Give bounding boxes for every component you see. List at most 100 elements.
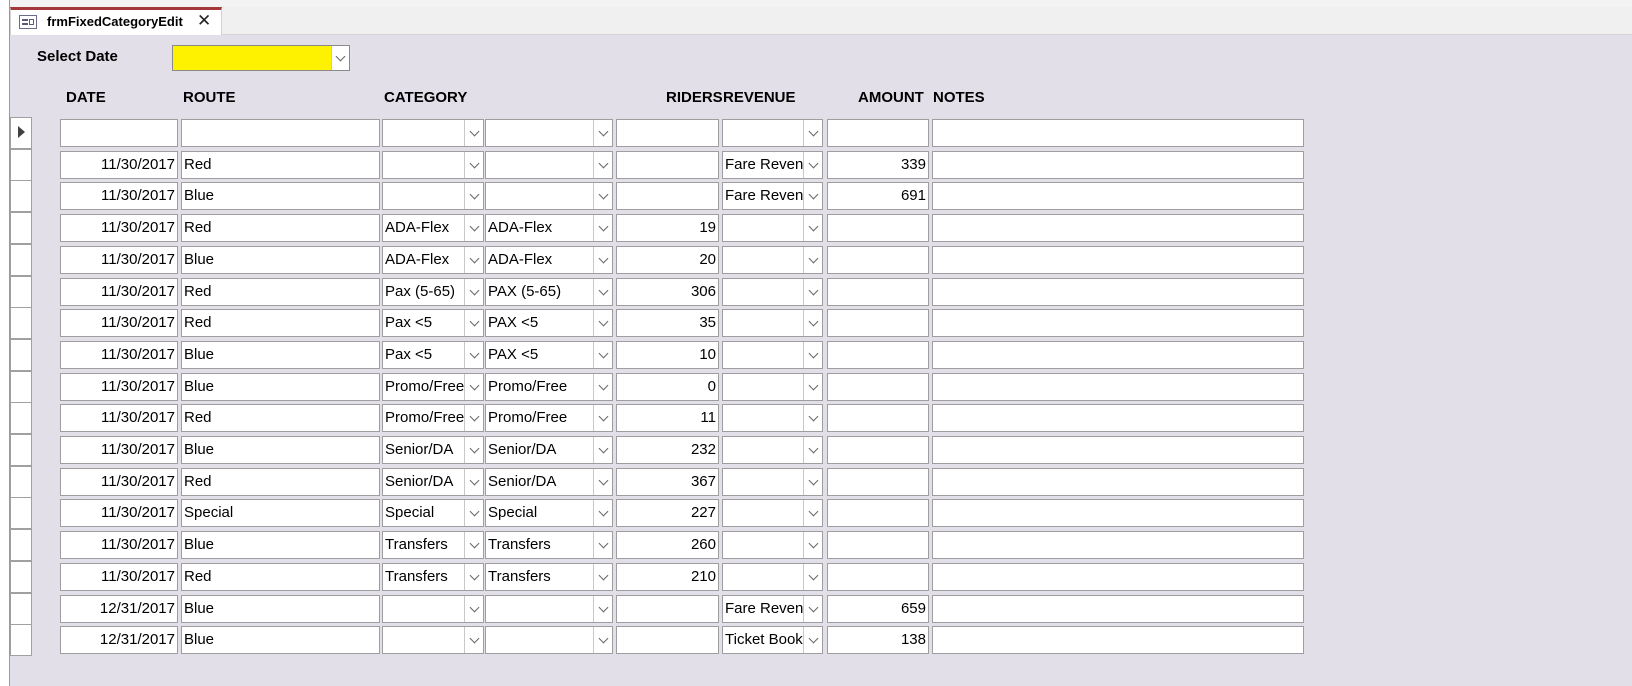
amount-field[interactable]	[827, 214, 929, 242]
chevron-down-icon[interactable]	[803, 500, 822, 526]
category-combo[interactable]: Transfers	[382, 531, 484, 559]
amount-field[interactable]	[827, 246, 929, 274]
riders-field[interactable]: 19	[616, 214, 719, 242]
chevron-down-icon[interactable]	[803, 152, 822, 178]
date-field[interactable]: 11/30/2017	[60, 563, 178, 591]
category-combo[interactable]: ADA-Flex	[382, 246, 484, 274]
category-combo[interactable]	[382, 182, 484, 210]
record-selector[interactable]	[10, 593, 32, 625]
notes-field[interactable]	[932, 373, 1304, 401]
chevron-down-icon[interactable]	[331, 46, 349, 70]
chevron-down-icon[interactable]	[803, 596, 822, 622]
date-field[interactable]: 11/30/2017	[60, 531, 178, 559]
riders-field[interactable]	[616, 595, 719, 623]
route-field[interactable]: Blue	[181, 595, 380, 623]
revenue-combo[interactable]: Fare Revenue	[722, 182, 823, 210]
category-detail-combo[interactable]: Transfers	[485, 563, 613, 591]
category-detail-combo[interactable]: Transfers	[485, 531, 613, 559]
amount-field[interactable]	[827, 468, 929, 496]
route-field[interactable]: Red	[181, 151, 380, 179]
revenue-combo[interactable]	[722, 309, 823, 337]
record-selector[interactable]	[10, 371, 32, 403]
route-field[interactable]: Blue	[181, 373, 380, 401]
tab-frm-fixed-category-edit[interactable]: frmFixedCategoryEdit ✕	[10, 7, 222, 35]
chevron-down-icon[interactable]	[464, 342, 483, 368]
chevron-down-icon[interactable]	[464, 500, 483, 526]
notes-field[interactable]	[932, 182, 1304, 210]
route-field[interactable]: Red	[181, 214, 380, 242]
category-detail-combo[interactable]: PAX <5	[485, 341, 613, 369]
revenue-combo[interactable]	[722, 341, 823, 369]
chevron-down-icon[interactable]	[803, 215, 822, 241]
revenue-combo[interactable]	[722, 119, 823, 147]
route-field[interactable]: Red	[181, 563, 380, 591]
category-combo[interactable]: Senior/DA	[382, 468, 484, 496]
record-selector[interactable]	[10, 244, 32, 276]
record-selector[interactable]	[10, 561, 32, 593]
chevron-down-icon[interactable]	[593, 596, 612, 622]
amount-field[interactable]	[827, 499, 929, 527]
chevron-down-icon[interactable]	[593, 342, 612, 368]
category-combo[interactable]	[382, 151, 484, 179]
chevron-down-icon[interactable]	[593, 564, 612, 590]
riders-field[interactable]: 10	[616, 341, 719, 369]
route-field[interactable]: Blue	[181, 182, 380, 210]
date-field[interactable]: 11/30/2017	[60, 278, 178, 306]
category-combo[interactable]: ADA-Flex	[382, 214, 484, 242]
date-field[interactable]: 11/30/2017	[60, 309, 178, 337]
notes-field[interactable]	[932, 531, 1304, 559]
notes-field[interactable]	[932, 595, 1304, 623]
amount-field[interactable]	[827, 531, 929, 559]
category-combo[interactable]: Pax (5-65)	[382, 278, 484, 306]
chevron-down-icon[interactable]	[803, 183, 822, 209]
chevron-down-icon[interactable]	[803, 374, 822, 400]
revenue-combo[interactable]	[722, 246, 823, 274]
riders-field[interactable]	[616, 626, 719, 654]
chevron-down-icon[interactable]	[803, 310, 822, 336]
chevron-down-icon[interactable]	[464, 310, 483, 336]
category-detail-combo[interactable]: PAX (5-65)	[485, 278, 613, 306]
route-field[interactable]: Special	[181, 499, 380, 527]
date-field[interactable]: 11/30/2017	[60, 373, 178, 401]
chevron-down-icon[interactable]	[464, 469, 483, 495]
riders-field[interactable]: 306	[616, 278, 719, 306]
category-combo[interactable]: Pax <5	[382, 309, 484, 337]
record-selector[interactable]	[10, 402, 32, 434]
route-field[interactable]: Red	[181, 278, 380, 306]
record-selector[interactable]	[10, 466, 32, 498]
amount-field[interactable]	[827, 341, 929, 369]
chevron-down-icon[interactable]	[803, 342, 822, 368]
category-detail-combo[interactable]	[485, 626, 613, 654]
chevron-down-icon[interactable]	[464, 374, 483, 400]
category-combo[interactable]: Transfers	[382, 563, 484, 591]
category-detail-combo[interactable]: ADA-Flex	[485, 246, 613, 274]
revenue-combo[interactable]: Fare Revenue	[722, 151, 823, 179]
category-combo[interactable]: Pax <5	[382, 341, 484, 369]
amount-field[interactable]: 339	[827, 151, 929, 179]
record-selector[interactable]	[10, 117, 32, 149]
amount-field[interactable]	[827, 119, 929, 147]
notes-field[interactable]	[932, 151, 1304, 179]
record-selector[interactable]	[10, 529, 32, 561]
amount-field[interactable]: 138	[827, 626, 929, 654]
record-selector[interactable]	[10, 497, 32, 529]
riders-field[interactable]: 210	[616, 563, 719, 591]
notes-field[interactable]	[932, 246, 1304, 274]
date-field[interactable]: 11/30/2017	[60, 246, 178, 274]
amount-field[interactable]	[827, 278, 929, 306]
route-field[interactable]: Red	[181, 468, 380, 496]
route-field[interactable]: Blue	[181, 341, 380, 369]
chevron-down-icon[interactable]	[464, 183, 483, 209]
record-selector[interactable]	[10, 149, 32, 181]
revenue-combo[interactable]	[722, 531, 823, 559]
record-selector[interactable]	[10, 339, 32, 371]
revenue-combo[interactable]	[722, 278, 823, 306]
riders-field[interactable]: 11	[616, 404, 719, 432]
category-detail-combo[interactable]	[485, 151, 613, 179]
chevron-down-icon[interactable]	[803, 469, 822, 495]
category-combo[interactable]	[382, 626, 484, 654]
riders-field[interactable]: 367	[616, 468, 719, 496]
revenue-combo[interactable]	[722, 499, 823, 527]
record-selector[interactable]	[10, 624, 32, 656]
notes-field[interactable]	[932, 499, 1304, 527]
